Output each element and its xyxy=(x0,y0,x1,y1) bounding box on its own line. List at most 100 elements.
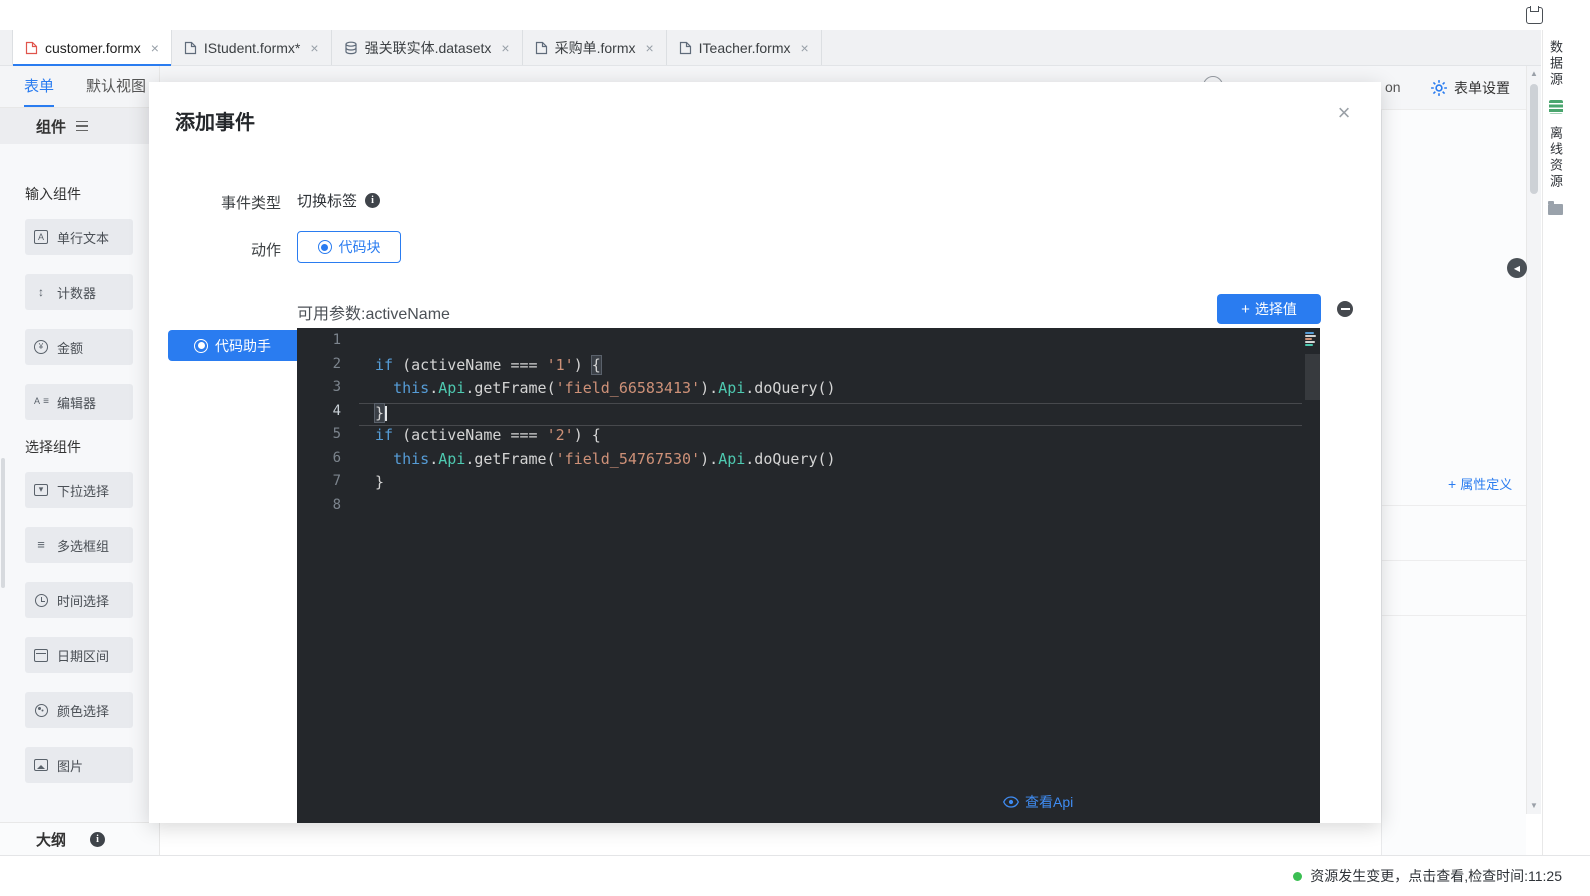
add-property-button[interactable]: 属性定义 xyxy=(1448,474,1512,493)
close-icon[interactable] xyxy=(801,41,809,55)
code-line[interactable]: } xyxy=(359,473,1302,497)
editor-minimap[interactable] xyxy=(1303,331,1318,347)
code-assistant-button[interactable]: 代码助手 xyxy=(168,330,297,361)
remove-icon[interactable] xyxy=(1337,301,1353,317)
property-row-divider xyxy=(1382,615,1526,616)
code-assistant-label: 代码助手 xyxy=(215,336,271,356)
tab-ITeacher.formx[interactable]: ITeacher.formx xyxy=(667,30,822,65)
component-color[interactable]: 颜色选择 xyxy=(25,692,133,728)
code-block-label: 代码块 xyxy=(339,237,381,257)
tab-default-view[interactable]: 默认视图 xyxy=(86,66,146,107)
add-property-label: 属性定义 xyxy=(1460,474,1512,493)
status-message[interactable]: 资源发生变更，点击查看,检查时间:11:25 xyxy=(1310,866,1562,886)
editor-gutter: 12345678 xyxy=(297,332,359,520)
statusbar: 资源发生变更，点击查看,检查时间:11:25 xyxy=(0,855,1590,896)
form-file-icon xyxy=(535,41,548,55)
line-number: 7 xyxy=(297,473,359,497)
view-api-link[interactable]: 查看Api xyxy=(1003,792,1073,812)
component-image[interactable]: 图片 xyxy=(25,747,133,783)
component-dropdown[interactable]: 下拉选择 xyxy=(25,472,133,508)
save-button[interactable] xyxy=(1524,5,1544,25)
tab-采购单.formx[interactable]: 采购单.formx xyxy=(523,30,667,65)
close-icon[interactable] xyxy=(1333,102,1355,124)
close-icon[interactable] xyxy=(151,41,159,55)
component-counter[interactable]: 计数器 xyxy=(25,274,133,310)
component-time[interactable]: 时间选择 xyxy=(25,582,133,618)
status-dot xyxy=(1293,872,1302,881)
editor-code[interactable]: if (activeName === '1') { this.Api.getFr… xyxy=(359,332,1302,520)
component-text[interactable]: 单行文本 xyxy=(25,219,133,255)
code-block-option[interactable]: 代码块 xyxy=(297,231,401,263)
minimap-line xyxy=(1305,332,1314,334)
code-line[interactable]: if (activeName === '2') { xyxy=(359,426,1302,450)
collapse-panel-button[interactable] xyxy=(1507,258,1527,278)
code-line[interactable]: } xyxy=(359,403,1302,427)
tab-IStudent.formx*[interactable]: IStudent.formx* xyxy=(172,30,332,65)
info-icon[interactable] xyxy=(365,193,380,208)
dataset-file-icon xyxy=(344,41,358,55)
component-date-range[interactable]: 日期区间 xyxy=(25,637,133,673)
line-number: 3 xyxy=(297,379,359,403)
component-checkbox-group[interactable]: 多选框组 xyxy=(25,527,133,563)
currency-icon xyxy=(33,339,49,355)
component-label: 金额 xyxy=(57,338,83,357)
scroll-down-icon[interactable] xyxy=(1527,799,1541,813)
event-type-value: 切换标签 xyxy=(297,190,380,211)
app: customer.formxIStudent.formx*强关联实体.datas… xyxy=(0,0,1590,896)
plus-icon xyxy=(1241,301,1250,318)
tab-customer.formx[interactable]: customer.formx xyxy=(12,30,172,65)
component-label: 下拉选择 xyxy=(57,481,109,500)
menu-icon[interactable] xyxy=(76,121,88,131)
component-label: 图片 xyxy=(57,756,83,775)
close-icon[interactable] xyxy=(645,41,653,55)
image-icon xyxy=(33,757,49,773)
component-label: 多选框组 xyxy=(57,536,109,555)
gear-icon xyxy=(1430,79,1448,97)
radio-selected-icon xyxy=(318,240,332,254)
scrollbar-thumb[interactable] xyxy=(1530,84,1538,194)
code-editor[interactable]: 12345678 if (activeName === '1') { this.… xyxy=(297,328,1320,823)
scroll-up-icon[interactable] xyxy=(1527,67,1541,81)
view-api-label: 查看Api xyxy=(1025,792,1073,812)
select-value-button[interactable]: 选择值 xyxy=(1217,294,1321,324)
date-range-icon xyxy=(33,647,49,663)
tab-label: 采购单.formx xyxy=(555,38,636,58)
component-label: 单行文本 xyxy=(57,228,109,247)
tab-form[interactable]: 表单 xyxy=(24,66,54,107)
line-number: 4 xyxy=(297,403,359,427)
component-label: 日期区间 xyxy=(57,646,109,665)
component-label: 时间选择 xyxy=(57,591,109,610)
outline-section[interactable]: 大纲 xyxy=(0,822,159,855)
rail-item-datasource[interactable]: 数据源 xyxy=(1546,40,1565,88)
rail-item-offline-resources[interactable]: 离线资源 xyxy=(1546,126,1565,190)
dataset-icon[interactable] xyxy=(1549,100,1563,114)
sidebar-scrollbar[interactable] xyxy=(1,458,5,588)
component-editor[interactable]: 编辑器 xyxy=(25,384,133,420)
text-icon xyxy=(33,229,49,245)
code-line[interactable]: this.Api.getFrame('field_66583413').Api.… xyxy=(359,379,1302,403)
form-settings-button[interactable]: 表单设置 xyxy=(1430,78,1510,98)
group-title: 输入组件 xyxy=(25,186,159,203)
component-currency[interactable]: 金额 xyxy=(25,329,133,365)
close-icon[interactable] xyxy=(501,41,509,55)
folder-icon[interactable] xyxy=(1548,204,1563,215)
code-line[interactable]: if (activeName === '1') { xyxy=(359,356,1302,380)
code-line[interactable] xyxy=(359,497,1302,521)
view-tabs: 表单 默认视图 xyxy=(0,66,159,108)
eye-icon xyxy=(1003,796,1019,808)
tab-强关联实体.datasetx[interactable]: 强关联实体.datasetx xyxy=(332,30,523,65)
close-icon[interactable] xyxy=(310,41,318,55)
code-line[interactable]: this.Api.getFrame('field_54767530').Api.… xyxy=(359,450,1302,474)
code-line[interactable] xyxy=(359,332,1302,356)
components-title: 组件 xyxy=(36,116,66,137)
component-label: 计数器 xyxy=(57,283,96,302)
save-icon xyxy=(1526,7,1543,24)
info-icon[interactable] xyxy=(90,832,105,847)
vertical-scrollbar[interactable] xyxy=(1526,66,1541,814)
tab-bar: customer.formxIStudent.formx*强关联实体.datas… xyxy=(0,30,1541,66)
plus-icon xyxy=(1448,476,1456,492)
target-icon xyxy=(194,339,208,353)
editor-scrollbar-thumb[interactable] xyxy=(1305,354,1320,400)
properties-panel: 属性定义 xyxy=(1381,110,1526,855)
minimap-line xyxy=(1305,341,1315,343)
